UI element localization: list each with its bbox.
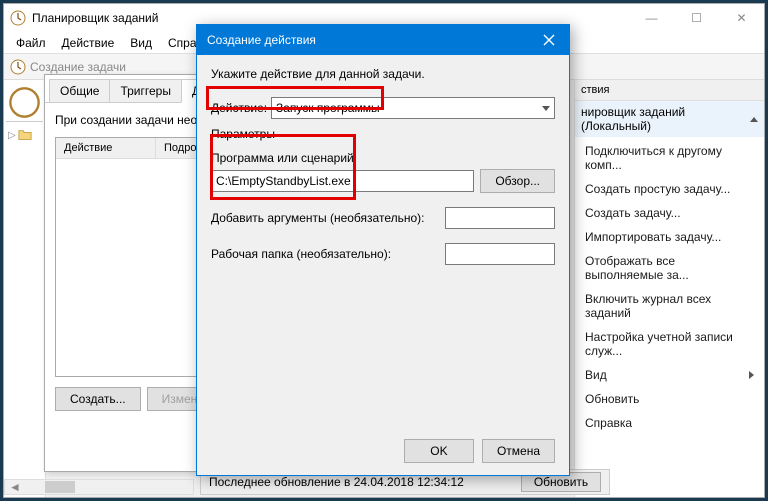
action-refresh[interactable]: Обновить — [575, 387, 764, 411]
menu-view[interactable]: Вид — [124, 34, 158, 52]
status-text: Последнее обновление в 24.04.2018 12:34:… — [209, 475, 464, 489]
program-input[interactable]: C:\EmptyStandbyList.exe — [211, 170, 474, 192]
main-title: Планировщик заданий — [32, 11, 158, 25]
params-section-title: Параметры — [211, 127, 555, 141]
action-view[interactable]: Вид — [575, 363, 764, 387]
maximize-button[interactable]: ☐ — [674, 4, 719, 32]
action-connect-remote[interactable]: Подключиться к другому комп... — [575, 139, 764, 177]
action-help[interactable]: Справка — [575, 411, 764, 435]
tree-pane: Пл ▷ — [4, 80, 46, 497]
clock-icon — [8, 86, 41, 119]
chevron-right-icon — [749, 371, 754, 379]
browse-button[interactable]: Обзор... — [480, 169, 555, 193]
menu-action[interactable]: Действие — [56, 34, 121, 52]
program-label: Программа или сценарий: — [211, 151, 555, 165]
chevron-up-icon[interactable] — [750, 117, 758, 122]
create-action-button[interactable]: Создать... — [55, 387, 141, 411]
tab-triggers[interactable]: Триггеры — [109, 79, 182, 102]
action-import-task[interactable]: Импортировать задачу... — [575, 225, 764, 249]
tab-general[interactable]: Общие — [49, 79, 110, 102]
close-icon — [543, 34, 555, 46]
chevron-down-icon — [542, 106, 550, 111]
close-button[interactable]: ✕ — [719, 4, 764, 32]
create-action-dialog: Создание действия Укажите действие для д… — [196, 24, 570, 476]
startdir-input[interactable] — [445, 243, 555, 265]
clock-icon — [10, 59, 26, 75]
action-enable-history[interactable]: Включить журнал всех заданий — [575, 287, 764, 325]
tree-header: Пл — [6, 84, 43, 122]
action-create-task[interactable]: Создать задачу... — [575, 201, 764, 225]
startdir-label: Рабочая папка (необязательно): — [211, 247, 439, 261]
menu-file[interactable]: Файл — [10, 34, 52, 52]
ok-button[interactable]: OK — [404, 439, 474, 463]
horizontal-scrollbar[interactable]: ◄ — [4, 479, 194, 495]
toolbar-label: Создание задачи — [30, 60, 126, 74]
actions-section-title: нировщик заданий (Локальный) — [575, 101, 764, 137]
dialog-title: Создание действия — [207, 33, 316, 47]
action-type-label: Действие: — [211, 101, 271, 115]
arguments-input[interactable] — [445, 207, 555, 229]
col-action[interactable]: Действие — [56, 138, 156, 158]
folder-icon — [18, 128, 32, 142]
minimize-button[interactable]: — — [629, 4, 674, 32]
action-atservice-config[interactable]: Настройка учетной записи служ... — [575, 325, 764, 363]
action-show-running[interactable]: Отображать все выполняемые за... — [575, 249, 764, 287]
dialog-close-button[interactable] — [529, 25, 569, 55]
clock-icon — [10, 10, 26, 26]
dialog-titlebar[interactable]: Создание действия — [197, 25, 569, 55]
action-type-select[interactable]: Запуск программы — [271, 97, 555, 119]
tree-item-library[interactable]: ▷ — [6, 126, 43, 144]
scrollbar-thumb[interactable] — [45, 481, 75, 493]
action-create-basic-task[interactable]: Создать простую задачу... — [575, 177, 764, 201]
cancel-button[interactable]: Отмена — [482, 439, 555, 463]
dialog-instruction: Укажите действие для данной задачи. — [211, 67, 555, 81]
arguments-label: Добавить аргументы (необязательно): — [211, 211, 439, 225]
actions-pane-header: ствия — [575, 80, 764, 101]
actions-pane: ствия нировщик заданий (Локальный) Подкл… — [574, 80, 764, 497]
